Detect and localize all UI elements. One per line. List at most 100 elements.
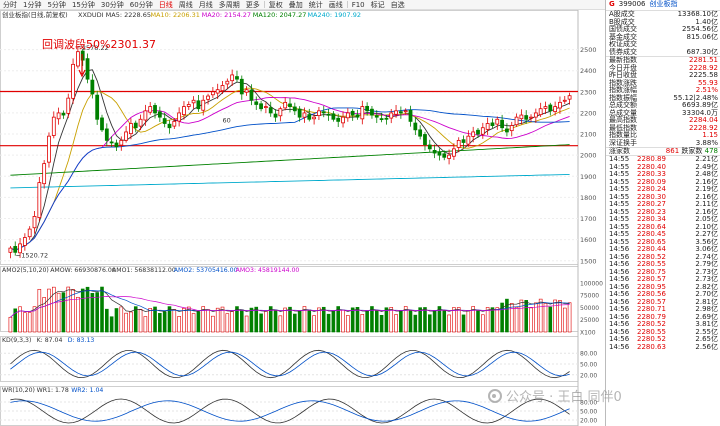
tick-list[interactable]: 14:55 2280.89 2.21亿 14:55 2280.40 2.49亿 14:55 2… <box>606 155 720 351</box>
candle-body[interactable] <box>423 134 427 146</box>
candle-body[interactable] <box>461 139 466 143</box>
candle-body[interactable] <box>47 135 51 163</box>
index-name[interactable]: 创业板指 <box>649 1 677 9</box>
candle-body[interactable] <box>365 105 370 112</box>
candle-body[interactable] <box>273 113 278 118</box>
candle-body[interactable] <box>524 115 529 120</box>
candle-body[interactable] <box>109 141 114 144</box>
candle-body[interactable] <box>268 107 273 114</box>
candle-body[interactable] <box>427 144 432 150</box>
candle-body[interactable] <box>456 139 461 148</box>
candle-body[interactable] <box>129 123 133 135</box>
candle-body[interactable] <box>302 112 307 118</box>
candle-body[interactable] <box>413 122 418 131</box>
tab-10[interactable]: 更多 <box>243 0 263 10</box>
candle-body[interactable] <box>51 116 56 136</box>
candle-body[interactable] <box>196 100 201 110</box>
candle-body[interactable] <box>254 101 259 105</box>
tab-8[interactable]: 月线 <box>196 0 216 10</box>
candle-body[interactable] <box>172 120 177 127</box>
candle-body[interactable] <box>336 117 341 122</box>
candle-body[interactable] <box>27 228 32 238</box>
candle-body[interactable] <box>249 89 254 101</box>
tab-2[interactable]: 5分钟 <box>44 0 68 10</box>
candle-body[interactable] <box>61 112 66 116</box>
candle-body[interactable] <box>360 106 365 120</box>
candle-body[interactable] <box>244 89 249 93</box>
tab-15[interactable]: F10 <box>349 0 368 10</box>
candle-body[interactable] <box>225 80 230 85</box>
candle-body[interactable] <box>490 122 495 127</box>
candle-body[interactable] <box>114 142 119 148</box>
candle-body[interactable] <box>235 76 239 80</box>
tab-1[interactable]: 1分钟 <box>20 0 44 10</box>
candle-body[interactable] <box>389 112 394 119</box>
candle-body[interactable] <box>562 99 567 102</box>
candle-body[interactable] <box>471 131 476 137</box>
candle-body[interactable] <box>437 151 442 156</box>
candle-body[interactable] <box>418 129 423 137</box>
candle-body[interactable] <box>476 129 480 135</box>
candle-body[interactable] <box>567 95 572 100</box>
candle-body[interactable] <box>85 58 90 80</box>
candle-body[interactable] <box>355 114 360 118</box>
candle-body[interactable] <box>495 118 500 125</box>
candle-body[interactable] <box>210 91 215 96</box>
candle-body[interactable] <box>312 116 316 120</box>
candle-body[interactable] <box>447 154 451 159</box>
candle-body[interactable] <box>466 135 471 145</box>
candle-body[interactable] <box>90 79 95 95</box>
candle-body[interactable] <box>384 117 389 120</box>
candle-body[interactable] <box>297 108 302 118</box>
candle-body[interactable] <box>264 106 268 108</box>
tab-3[interactable]: 15分钟 <box>69 0 98 10</box>
tab-16[interactable]: 标记 <box>368 0 388 10</box>
candle-body[interactable] <box>201 99 206 111</box>
candle-body[interactable] <box>370 108 374 116</box>
candle-body[interactable] <box>71 63 75 99</box>
candle-body[interactable] <box>288 103 292 107</box>
candle-body[interactable] <box>485 123 490 130</box>
candle-body[interactable] <box>317 110 321 117</box>
tab-5[interactable]: 60分钟 <box>127 0 156 10</box>
candle-body[interactable] <box>13 246 18 253</box>
candle-body[interactable] <box>162 118 167 124</box>
candle-body[interactable] <box>374 115 379 118</box>
candle-body[interactable] <box>509 125 514 132</box>
tab-0[interactable]: 分时 <box>0 0 20 10</box>
candle-body[interactable] <box>514 116 519 126</box>
tab-7[interactable]: 周线 <box>176 0 196 10</box>
candle-body[interactable] <box>442 153 447 158</box>
candle-body[interactable] <box>133 122 138 129</box>
candle-body[interactable] <box>350 110 355 116</box>
candle-body[interactable] <box>191 99 196 104</box>
kline-chart-area[interactable]: 2500 2400 2300 2200 2100 2000 1900 1800 1700 1600… <box>0 10 605 426</box>
candle-body[interactable] <box>553 106 558 112</box>
candle-body[interactable] <box>37 182 42 219</box>
candle-body[interactable] <box>230 74 235 82</box>
candle-body[interactable] <box>394 110 398 115</box>
candle-body[interactable] <box>379 118 384 121</box>
candle-body[interactable] <box>543 106 548 109</box>
candle-body[interactable] <box>283 101 288 109</box>
candle-body[interactable] <box>220 85 225 92</box>
candle-body[interactable] <box>558 101 562 109</box>
candle-body[interactable] <box>538 108 543 116</box>
candle-body[interactable] <box>206 95 210 100</box>
candle-body[interactable] <box>398 111 403 114</box>
candle-body[interactable] <box>341 116 345 124</box>
candle-body[interactable] <box>215 89 220 94</box>
candle-body[interactable] <box>326 113 331 116</box>
candle-body[interactable] <box>56 112 61 120</box>
candle-body[interactable] <box>186 104 191 107</box>
candle-body[interactable] <box>533 112 538 118</box>
candle-body[interactable] <box>239 78 244 95</box>
candle-body[interactable] <box>278 108 283 117</box>
candle-body[interactable] <box>177 112 182 122</box>
candle-body[interactable] <box>505 128 509 133</box>
candle-body[interactable] <box>66 97 71 114</box>
candle-body[interactable] <box>452 148 456 157</box>
candle-body[interactable] <box>345 112 350 119</box>
candle-body[interactable] <box>182 106 186 116</box>
candle-body[interactable] <box>124 131 128 141</box>
